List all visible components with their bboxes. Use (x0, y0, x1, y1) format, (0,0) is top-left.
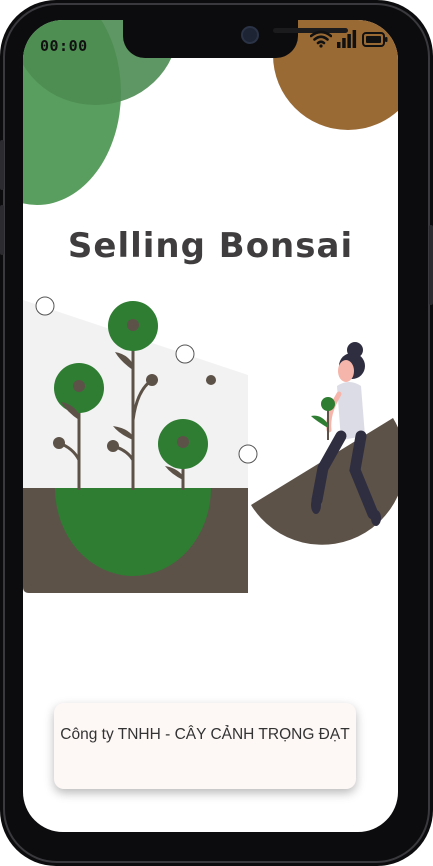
volume-down-button (0, 205, 4, 255)
ring-bubble (35, 296, 55, 316)
company-name: Công ty TNHH - CÂY CẢNH TRỌNG ĐẠT (60, 726, 350, 743)
company-info-card: Công ty TNHH - CÂY CẢNH TRỌNG ĐẠT (54, 703, 356, 789)
wifi-icon (309, 30, 333, 52)
ring-bubble (175, 344, 195, 364)
status-icons (309, 30, 388, 52)
seed-node (73, 380, 85, 392)
seed-node (206, 375, 216, 385)
seed-node (107, 440, 119, 452)
front-camera (241, 26, 259, 44)
ring-bubble (238, 444, 258, 464)
seed-node (146, 374, 158, 386)
app-screen: 00:00 Selling Bonsai Công ty TNHH - CÂY … (23, 20, 398, 832)
power-button (429, 225, 433, 305)
seed-node (53, 437, 65, 449)
signal-icon (337, 30, 357, 52)
seed-node (177, 436, 189, 448)
seed-node (127, 319, 139, 331)
notch (123, 20, 348, 58)
status-time: 00:00 (40, 37, 88, 55)
volume-up-button (0, 140, 4, 190)
bonsai-illustration (23, 296, 398, 593)
phone-frame: 00:00 Selling Bonsai Công ty TNHH - CÂY … (0, 0, 433, 866)
app-title: Selling Bonsai (67, 226, 354, 266)
battery-icon (362, 31, 388, 51)
